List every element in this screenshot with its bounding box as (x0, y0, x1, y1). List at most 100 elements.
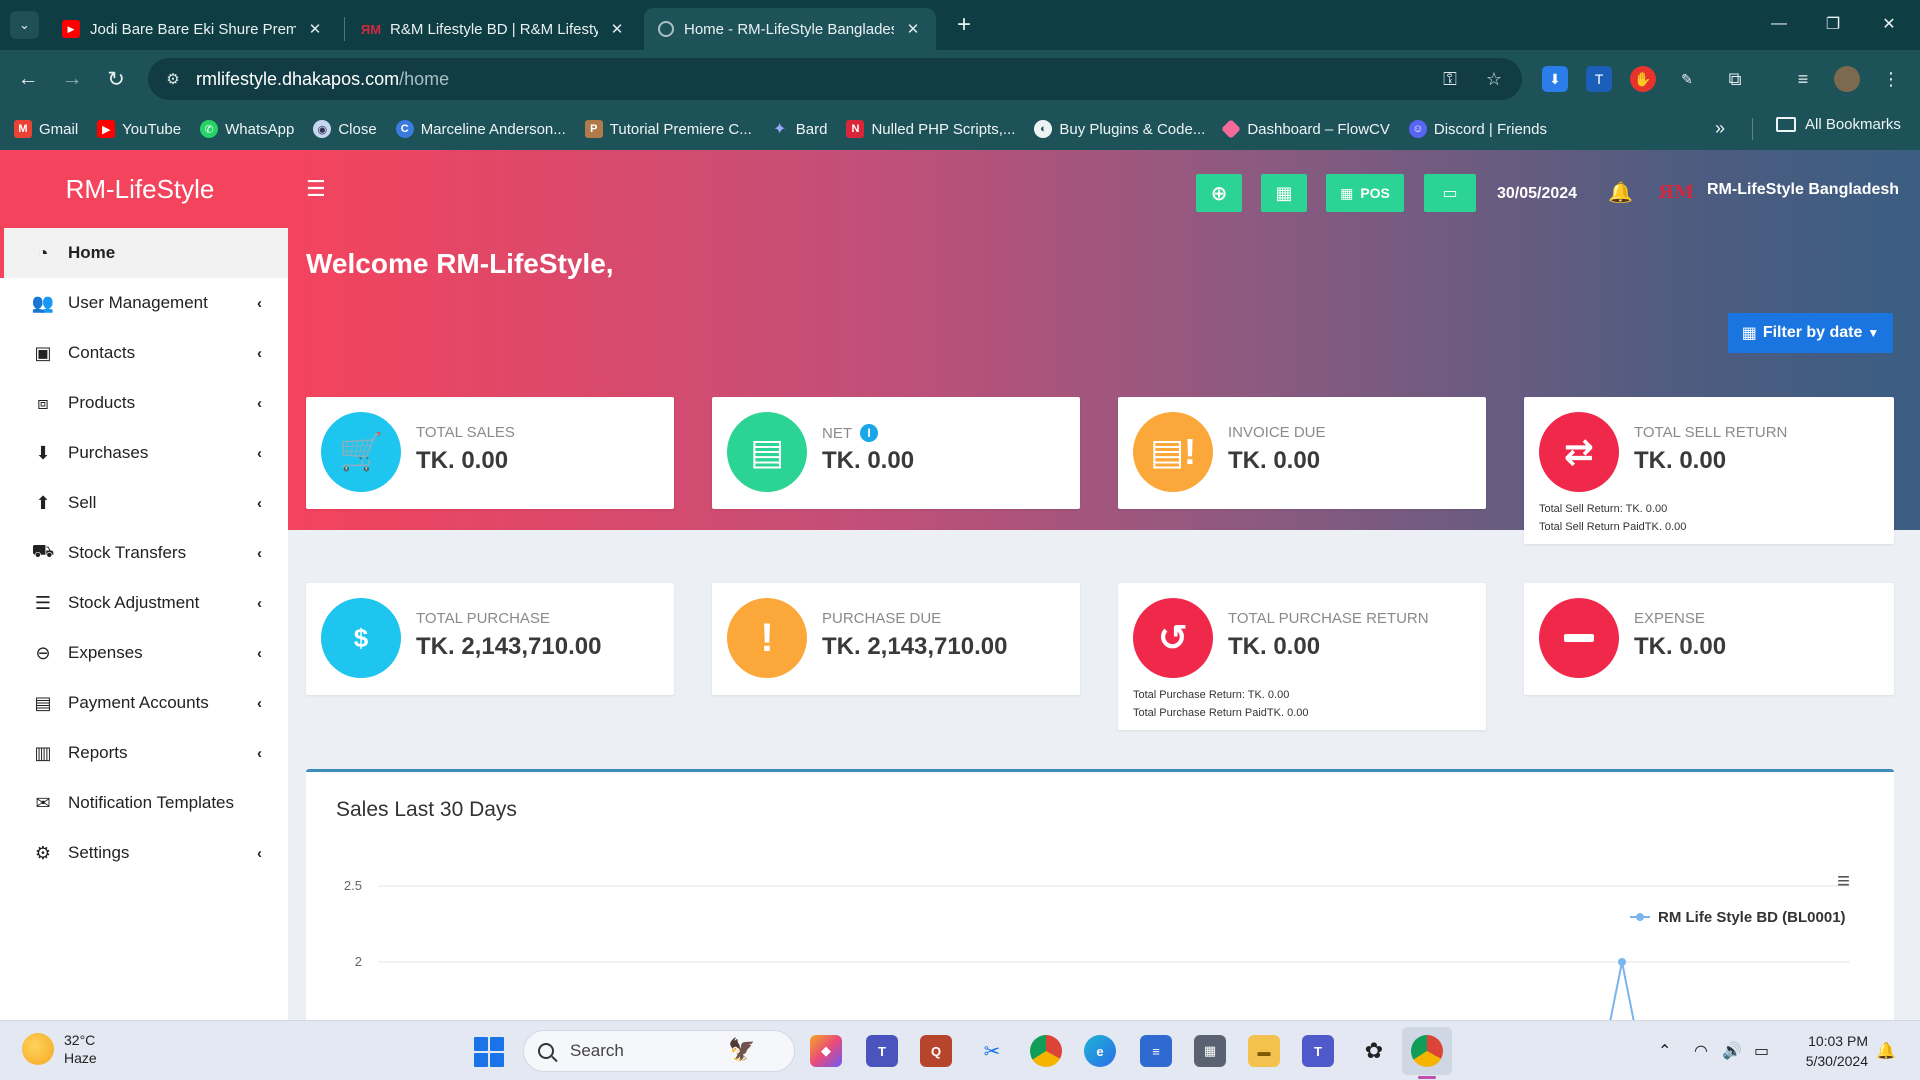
site-info-icon[interactable]: ⚙ (162, 68, 184, 90)
sidebar-item-reports[interactable]: ▥ Reports ‹ (0, 728, 288, 778)
tab-rm-lifestyle-bd[interactable]: ЯM R&M Lifestyle BD | R&M Lifesty ✕ (348, 8, 640, 50)
bookmark-canva[interactable]: C Marceline Anderson... (395, 120, 566, 138)
sidebar-item-notification-templates[interactable]: ✉ Notification Templates (0, 778, 288, 828)
bookmark-whatsapp[interactable]: ✆ WhatsApp (200, 120, 294, 138)
bookmark-gmail[interactable]: M Gmail (14, 120, 78, 138)
windows-start-icon[interactable] (474, 1037, 504, 1067)
restore-icon[interactable]: ❐ (1810, 8, 1856, 40)
calculator-app-icon[interactable]: ▦ (1194, 1035, 1226, 1067)
legend-series-label[interactable]: RM Life Style BD (BL0001) (1658, 909, 1846, 926)
battery-icon[interactable]: ▭ (1754, 1041, 1769, 1061)
bar-chart-icon: ▥ (34, 742, 52, 763)
extensions-puzzle-icon[interactable]: ⧉ (1722, 66, 1748, 92)
bookmark-flowcv[interactable]: Dashboard – FlowCV (1221, 119, 1390, 139)
filter-by-date-button[interactable]: ▦ Filter by date ▼ (1728, 313, 1893, 353)
address-bar[interactable]: ⚙ rmlifestyle.dhakapos.com/home ⚿ ☆ (148, 58, 1522, 100)
bookmark-discord[interactable]: ☺ Discord | Friends (1408, 120, 1547, 138)
business-logo-icon: ЯM (1658, 181, 1694, 203)
weather-widget[interactable]: 32°C Haze (22, 1031, 97, 1067)
card-invoice-due: ▤! INVOICE DUE TK. 0.00 (1118, 397, 1486, 509)
youtube-icon: ▶ (97, 120, 116, 138)
chevron-left-icon: ‹ (257, 344, 262, 362)
sidebar-toggle-icon[interactable]: ☰ (306, 176, 326, 202)
forward-icon[interactable]: → (56, 63, 88, 95)
file-explorer-icon[interactable]: ▬ (1248, 1035, 1280, 1067)
cash-register-icon[interactable]: ▭ (1424, 174, 1476, 212)
bookmark-bard[interactable]: ✦ Bard (771, 120, 827, 139)
profile-avatar[interactable] (1834, 66, 1860, 92)
show-hidden-icons-chevron-icon[interactable]: ⌃ (1658, 1041, 1671, 1061)
chrome-active-icon[interactable] (1411, 1035, 1443, 1067)
taskbar-search[interactable]: Search 🦅 (523, 1030, 795, 1072)
new-tab-button[interactable]: + (950, 11, 978, 39)
business-name[interactable]: RM-LifeStyle Bangladesh (1707, 181, 1899, 199)
sidebar-item-stock-adjustment[interactable]: ☰ Stock Adjustment ‹ (0, 578, 288, 628)
sidebar-item-expenses[interactable]: ⊖ Expenses ‹ (0, 628, 288, 678)
minimize-icon[interactable]: — (1756, 8, 1802, 40)
edge-icon[interactable]: e (1084, 1035, 1116, 1067)
sidebar-item-purchases[interactable]: ⬇ Purchases ‹ (0, 428, 288, 478)
temperature: 32°C (64, 1032, 96, 1048)
bookmark-plugins[interactable]: ◐ Buy Plugins & Code... (1034, 120, 1205, 138)
sidebar-item-contacts[interactable]: ▣ Contacts ‹ (0, 328, 288, 378)
sidebar-item-settings[interactable]: ⚙ Settings ‹ (0, 828, 288, 878)
translate-extension-icon[interactable]: T (1586, 66, 1612, 92)
tab-home-active[interactable]: Home - RM-LifeStyle Banglades ✕ (644, 8, 936, 50)
invoice-alert-icon: ▤! (1133, 412, 1213, 492)
download-extension-icon[interactable]: ⬇ (1542, 66, 1568, 92)
add-icon[interactable]: ⊕ (1196, 174, 1242, 212)
sidebar-item-home[interactable]: ◔ Home (0, 228, 288, 278)
media-control-icon[interactable]: ≡ (1790, 66, 1816, 92)
sidebar-item-sell[interactable]: ⬆ Sell ‹ (0, 478, 288, 528)
chevron-left-icon: ‹ (257, 394, 262, 412)
volume-icon[interactable]: 🔊 (1722, 1041, 1742, 1061)
teams-icon[interactable]: T (866, 1035, 898, 1067)
tab-youtube[interactable]: ▶ Jodi Bare Bare Eki Shure Prem T ✕ (48, 8, 338, 50)
dashboard-icon: ◔ (37, 242, 49, 263)
url-text[interactable]: rmlifestyle.dhakapos.com/home (196, 69, 449, 90)
chrome-icon[interactable] (1030, 1035, 1062, 1067)
app-q-icon[interactable]: Q (920, 1035, 952, 1067)
adblock-extension-icon[interactable]: ✋ (1630, 66, 1656, 92)
eyedropper-extension-icon[interactable]: ✎ (1674, 66, 1700, 92)
notification-center-icon[interactable]: 🔔 (1876, 1041, 1896, 1061)
card-value: TK. 0.00 (1634, 447, 1727, 474)
brand-logo[interactable]: RM-LifeStyle (0, 150, 288, 228)
premiere-icon: P (584, 120, 603, 138)
card-total-sell-return: ⇄ TOTAL SELL RETURN TK. 0.00 Total Sell … (1524, 397, 1894, 544)
sidebar-item-user-management[interactable]: 👥 User Management ‹ (0, 278, 288, 328)
close-icon[interactable]: ✕ (904, 20, 922, 38)
snipping-tool-icon[interactable]: ✂ (976, 1035, 1008, 1067)
bookmark-youtube[interactable]: ▶ YouTube (97, 120, 181, 138)
bookmark-nulled[interactable]: N Nulled PHP Scripts,... (846, 120, 1015, 138)
info-icon[interactable]: i (860, 424, 878, 442)
sidebar-item-stock-transfers[interactable]: ⛟ Stock Transfers ‹ (0, 528, 288, 578)
more-bookmarks-chevron-icon[interactable]: » (1715, 118, 1725, 139)
bookmark-star-icon[interactable]: ☆ (1482, 67, 1506, 91)
back-icon[interactable]: ← (12, 63, 44, 95)
teams-work-icon[interactable]: T (1302, 1035, 1334, 1067)
notepad-icon[interactable]: ≡ (1140, 1035, 1172, 1067)
bookmark-premiere[interactable]: P Tutorial Premiere C... (584, 120, 752, 138)
sidebar-item-payment-accounts[interactable]: ▤ Payment Accounts ‹ (0, 678, 288, 728)
password-key-icon[interactable]: ⚿ (1438, 67, 1462, 91)
calculator-icon[interactable]: ▦ (1261, 174, 1307, 212)
chatgpt-icon[interactable]: ✿ (1358, 1035, 1390, 1067)
pos-button[interactable]: ▦ POS (1326, 174, 1404, 212)
wifi-icon[interactable]: ◠ (1694, 1041, 1708, 1061)
close-icon[interactable]: ✕ (608, 20, 626, 38)
series-point[interactable] (1618, 958, 1626, 966)
taskbar-clock[interactable]: 10:03 PM 5/30/2024 (1790, 1031, 1868, 1071)
window-close-icon[interactable]: ✕ (1866, 8, 1912, 40)
copilot-icon[interactable]: ◆ (810, 1035, 842, 1067)
arrow-circle-down-icon: ⬇ (35, 442, 51, 463)
bookmark-close[interactable]: ◉ Close (313, 120, 377, 138)
close-icon[interactable]: ✕ (306, 20, 324, 38)
reload-icon[interactable]: ↻ (100, 63, 132, 95)
tab-search-button[interactable]: ⌄ (10, 11, 39, 39)
search-icon (538, 1043, 554, 1059)
browser-menu-icon[interactable]: ⋮ (1878, 66, 1904, 92)
all-bookmarks-button[interactable]: All Bookmarks (1776, 116, 1901, 133)
sidebar-item-products[interactable]: ⧈ Products ‹ (0, 378, 288, 428)
notification-bell-icon[interactable]: 🔔 (1608, 180, 1633, 205)
